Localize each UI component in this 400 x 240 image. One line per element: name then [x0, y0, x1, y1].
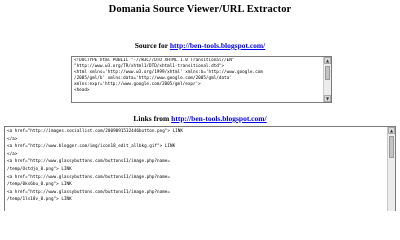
source-code-text: <!DOCTYPE html PUBLIC "-//W3C//DTD XHTML…: [74, 58, 263, 94]
scroll-up-arrow-icon[interactable]: ▲: [324, 57, 331, 64]
source-heading: Source for http://ben-tools.blogspot.com…: [0, 41, 400, 50]
source-scroll-thumb[interactable]: [325, 66, 330, 80]
source-heading-label: Source for: [134, 41, 170, 50]
links-heading-label: Links from: [133, 114, 172, 123]
links-scrollbar[interactable]: ▲: [387, 127, 395, 211]
links-heading: Links from http://ben-tools.blogspot.com…: [0, 114, 400, 123]
page-title: Domania Source Viewer/URL Extractor: [108, 4, 292, 15]
links-url-link[interactable]: http://ben-tools.blogspot.com/: [171, 114, 266, 123]
source-url-link[interactable]: http://ben-tools.blogspot.com/: [170, 41, 265, 50]
links-code-text: <a href="http://images.sociallist.com/20…: [7, 129, 183, 203]
source-scrollbar[interactable]: ▲ ▼: [323, 57, 331, 102]
links-scroll-thumb[interactable]: [389, 136, 394, 158]
source-textarea[interactable]: <!DOCTYPE html PUBLIC "-//W3C//DTD XHTML…: [71, 56, 332, 103]
scroll-up-arrow-icon[interactable]: ▲: [388, 127, 395, 134]
scroll-down-arrow-icon[interactable]: ▼: [324, 95, 331, 102]
links-textarea[interactable]: <a href="http://images.sociallist.com/20…: [4, 126, 396, 211]
